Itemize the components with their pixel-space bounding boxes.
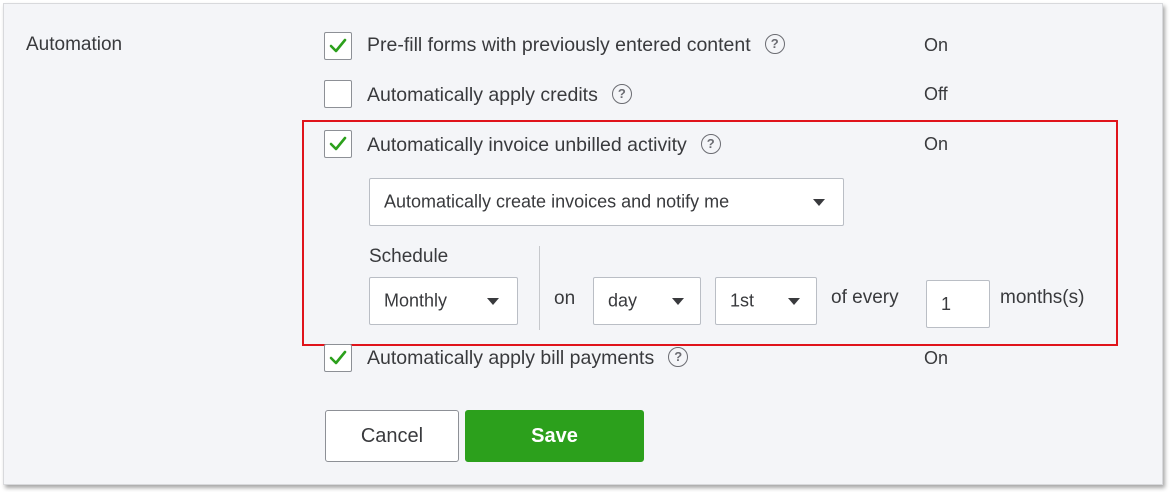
apply-credits-status: Off bbox=[924, 84, 948, 104]
prefill-forms-checkbox[interactable] bbox=[324, 32, 352, 60]
schedule-unit-value: day bbox=[608, 290, 638, 311]
caret-down-icon bbox=[788, 298, 800, 305]
months-label: months(s) bbox=[1000, 287, 1085, 308]
interval-input[interactable] bbox=[926, 280, 990, 328]
apply-credits-option: Automatically apply credits? bbox=[367, 83, 632, 107]
caret-down-icon bbox=[813, 199, 825, 206]
help-icon[interactable]: ? bbox=[700, 133, 721, 154]
cancel-button[interactable]: Cancel bbox=[325, 410, 459, 462]
apply-credits-label: Automatically apply credits bbox=[367, 84, 598, 106]
apply-credits-checkbox[interactable] bbox=[324, 80, 352, 108]
checkmark-icon bbox=[329, 350, 347, 365]
save-button[interactable]: Save bbox=[465, 410, 644, 462]
prefill-forms-status: On bbox=[924, 35, 949, 55]
caret-down-icon bbox=[672, 298, 684, 305]
schedule-divider bbox=[539, 246, 540, 330]
invoice-mode-dropdown[interactable]: Automatically create invoices and notify… bbox=[369, 178, 844, 226]
schedule-frequency-dropdown[interactable]: Monthly bbox=[369, 277, 518, 325]
help-icon[interactable]: ? bbox=[611, 83, 632, 104]
help-icon[interactable]: ? bbox=[668, 346, 689, 367]
apply-bill-payments-label: Automatically apply bill payments bbox=[367, 347, 655, 369]
checkmark-icon bbox=[329, 38, 347, 53]
schedule-day-dropdown[interactable]: 1st bbox=[715, 277, 817, 325]
automation-settings-panel: Automation Pre-fill forms with previousl… bbox=[3, 3, 1163, 485]
invoice-mode-value: Automatically create invoices and notify… bbox=[384, 191, 730, 212]
schedule-frequency-value: Monthly bbox=[384, 290, 448, 311]
help-icon[interactable]: ? bbox=[764, 33, 785, 54]
invoice-unbilled-checkbox[interactable] bbox=[324, 130, 352, 158]
apply-bill-payments-status: On bbox=[924, 348, 949, 368]
invoice-unbilled-option: Automatically invoice unbilled activity? bbox=[367, 133, 721, 157]
prefill-forms-label: Pre-fill forms with previously entered c… bbox=[367, 34, 751, 56]
apply-bill-payments-checkbox[interactable] bbox=[324, 344, 352, 372]
on-label: on bbox=[554, 288, 576, 309]
prefill-forms-option: Pre-fill forms with previously entered c… bbox=[367, 33, 785, 57]
of-every-label: of every bbox=[831, 287, 899, 308]
invoice-unbilled-label: Automatically invoice unbilled activity bbox=[367, 134, 687, 156]
schedule-label: Schedule bbox=[369, 246, 449, 267]
apply-bill-payments-option: Automatically apply bill payments? bbox=[367, 346, 689, 370]
caret-down-icon bbox=[487, 298, 499, 305]
invoice-unbilled-status: On bbox=[924, 134, 949, 154]
checkmark-icon bbox=[329, 136, 347, 151]
schedule-day-value: 1st bbox=[730, 290, 755, 311]
schedule-unit-dropdown[interactable]: day bbox=[593, 277, 701, 325]
section-label: Automation bbox=[26, 34, 123, 55]
